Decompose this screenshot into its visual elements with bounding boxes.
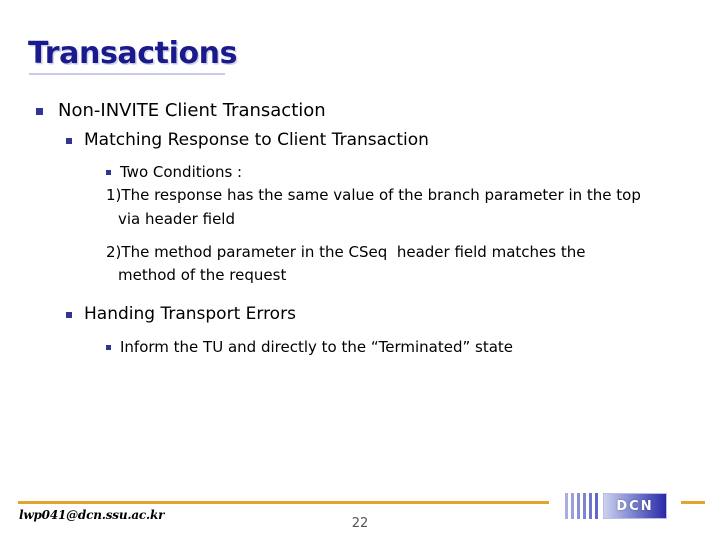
title-underline-rule — [29, 73, 225, 75]
condition-continuation-2: method of the request — [118, 266, 287, 285]
outline-level3-label-two-conditions: Two Conditions : — [120, 162, 243, 181]
square-bullet-icon — [66, 312, 72, 319]
outline-level3-label-inform-tu: Inform the TU and directly to the “Termi… — [120, 337, 514, 356]
slide-canvas: Transactions Non-INVITE Client Transacti… — [0, 0, 720, 540]
logo-label: DCN — [616, 498, 654, 514]
square-bullet-icon — [106, 169, 111, 175]
condition-continuation-1: via header field — [118, 209, 235, 228]
square-bullet-icon — [66, 137, 72, 144]
outline-item-handing-transport-errors: Handing Transport Errors — [0, 304, 720, 325]
condition-item-2: 2) The method parameter in the CSeq head… — [0, 242, 720, 263]
footer-accent-rule — [18, 501, 549, 504]
condition-item-1-continuation: via header field — [0, 209, 720, 230]
outline-level1-label: Non-INVITE Client Transaction — [58, 100, 326, 121]
condition-item-1: 1) The response has the same value of th… — [0, 185, 720, 206]
square-bullet-icon — [106, 344, 111, 350]
logo-stripes-icon — [565, 493, 603, 519]
slide-body: Non-INVITE Client Transaction Matching R… — [0, 100, 720, 360]
outline-item-matching-response: Matching Response to Client Transaction — [0, 130, 720, 151]
logo-badge: DCN — [603, 493, 667, 519]
title-block: Transactions — [28, 36, 668, 75]
condition-number-2: 2) — [106, 242, 122, 261]
outline-level2-label-errors: Handing Transport Errors — [84, 304, 296, 325]
outline-item-inform-tu: Inform the TU and directly to the “Termi… — [0, 338, 720, 358]
square-bullet-icon — [36, 108, 43, 115]
footer-accent-dash — [681, 501, 705, 504]
dcn-logo: DCN — [565, 493, 667, 519]
outline-level2-label-matching: Matching Response to Client Transaction — [84, 129, 429, 150]
page-title: Transactions — [28, 36, 238, 71]
outline-item-two-conditions: Two Conditions : — [0, 163, 720, 183]
condition-item-2-continuation: method of the request — [0, 265, 720, 286]
condition-number-1: 1) — [106, 186, 122, 205]
outline-item-level1: Non-INVITE Client Transaction — [0, 100, 720, 123]
condition-text-1: The response has the same value of the b… — [121, 186, 641, 205]
condition-text-2: The method parameter in the CSeq header … — [121, 242, 586, 261]
